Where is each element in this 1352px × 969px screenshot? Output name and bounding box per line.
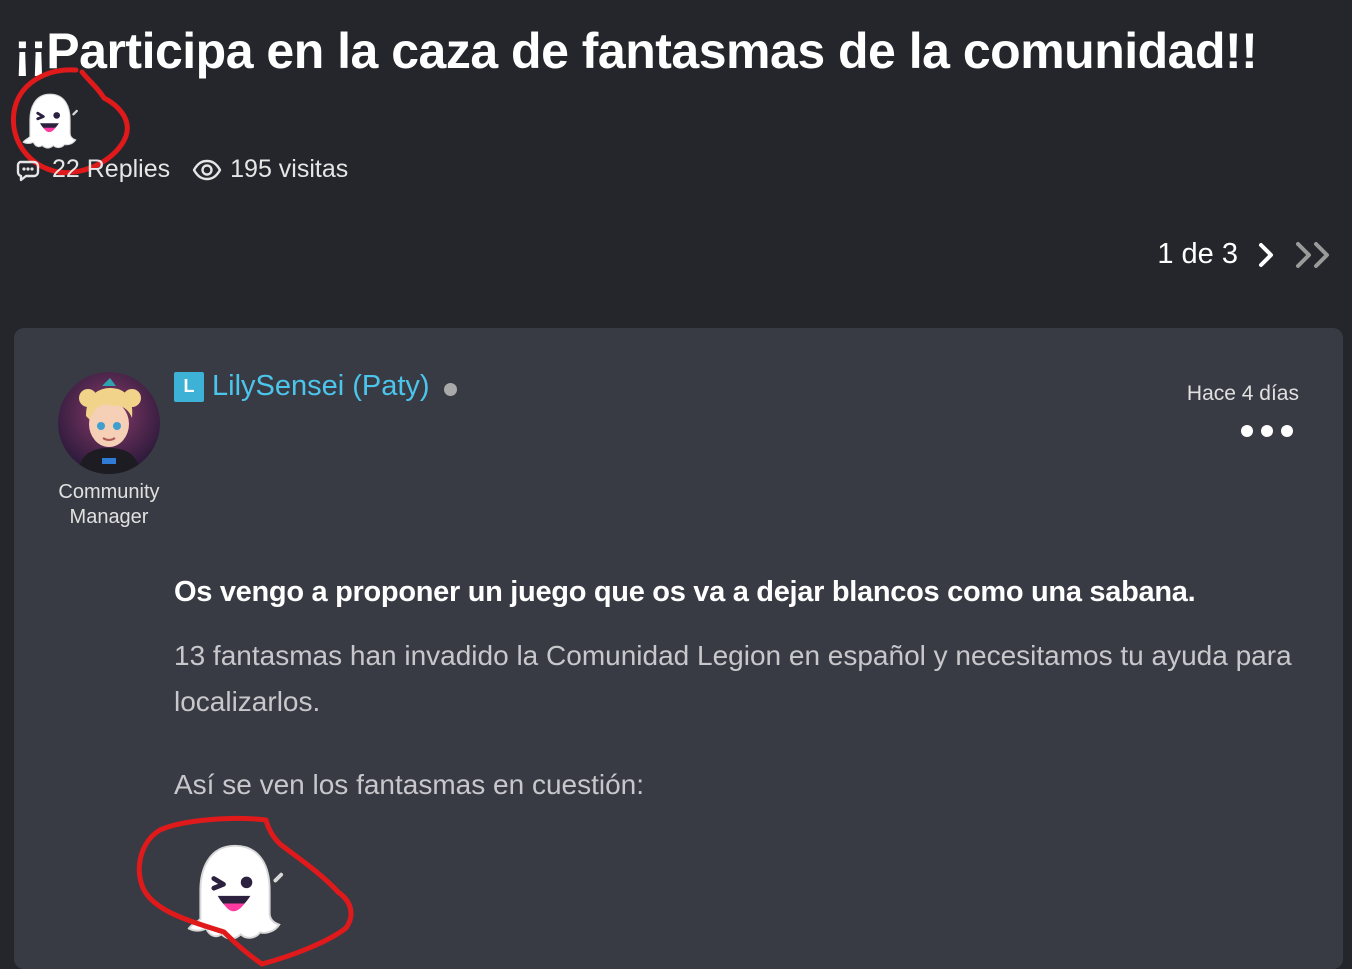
views-stat: 195 visitas <box>192 155 348 184</box>
thread-page: ¡¡Participa en la caza de fantasmas de l… <box>0 0 1352 969</box>
thread-stats: 22 Replies 195 visitas <box>16 155 348 184</box>
pagination: 1 de 3 <box>1157 238 1334 271</box>
replies-icon <box>16 160 40 181</box>
more-options-icon[interactable] <box>1241 425 1293 437</box>
ghost-icon <box>22 93 78 149</box>
replies-count: 22 Replies <box>52 155 171 183</box>
avatar[interactable] <box>58 372 160 474</box>
dot <box>1241 425 1253 437</box>
replies-stat: 22 Replies <box>16 155 170 184</box>
dot <box>1261 425 1273 437</box>
page-indicator: 1 de 3 <box>1157 238 1238 270</box>
online-status-dot <box>443 383 457 396</box>
next-page-button[interactable] <box>1256 240 1276 270</box>
views-count: 195 visitas <box>230 155 349 183</box>
double-chevron-right-icon <box>1296 241 1329 268</box>
post-timestamp[interactable]: Hace 4 días <box>1187 382 1299 406</box>
post-lead: Os vengo a proponer un juego que os va a… <box>174 576 1196 608</box>
post-card: Community Manager L LilySensei (Paty) Ha… <box>14 328 1343 969</box>
author-name-link[interactable]: LilySensei (Paty) <box>212 370 430 403</box>
thread-title: ¡¡Participa en la caza de fantasmas de l… <box>14 23 1258 79</box>
last-page-button[interactable] <box>1294 240 1334 270</box>
post-paragraph: 13 fantasmas han invadido la Comunidad L… <box>174 640 1292 717</box>
rank-badge: L <box>174 371 204 402</box>
ghost-icon <box>187 844 284 940</box>
eye-icon <box>192 159 222 180</box>
chevron-right-icon <box>1259 242 1273 267</box>
author-row: L LilySensei (Paty) <box>174 370 457 403</box>
post-body: Os vengo a proponer un juego que os va a… <box>174 576 1304 801</box>
author-role: Community Manager <box>58 481 160 528</box>
dot <box>1281 425 1293 437</box>
post-paragraph: Así se ven los fantasmas en cuestión: <box>174 769 645 800</box>
